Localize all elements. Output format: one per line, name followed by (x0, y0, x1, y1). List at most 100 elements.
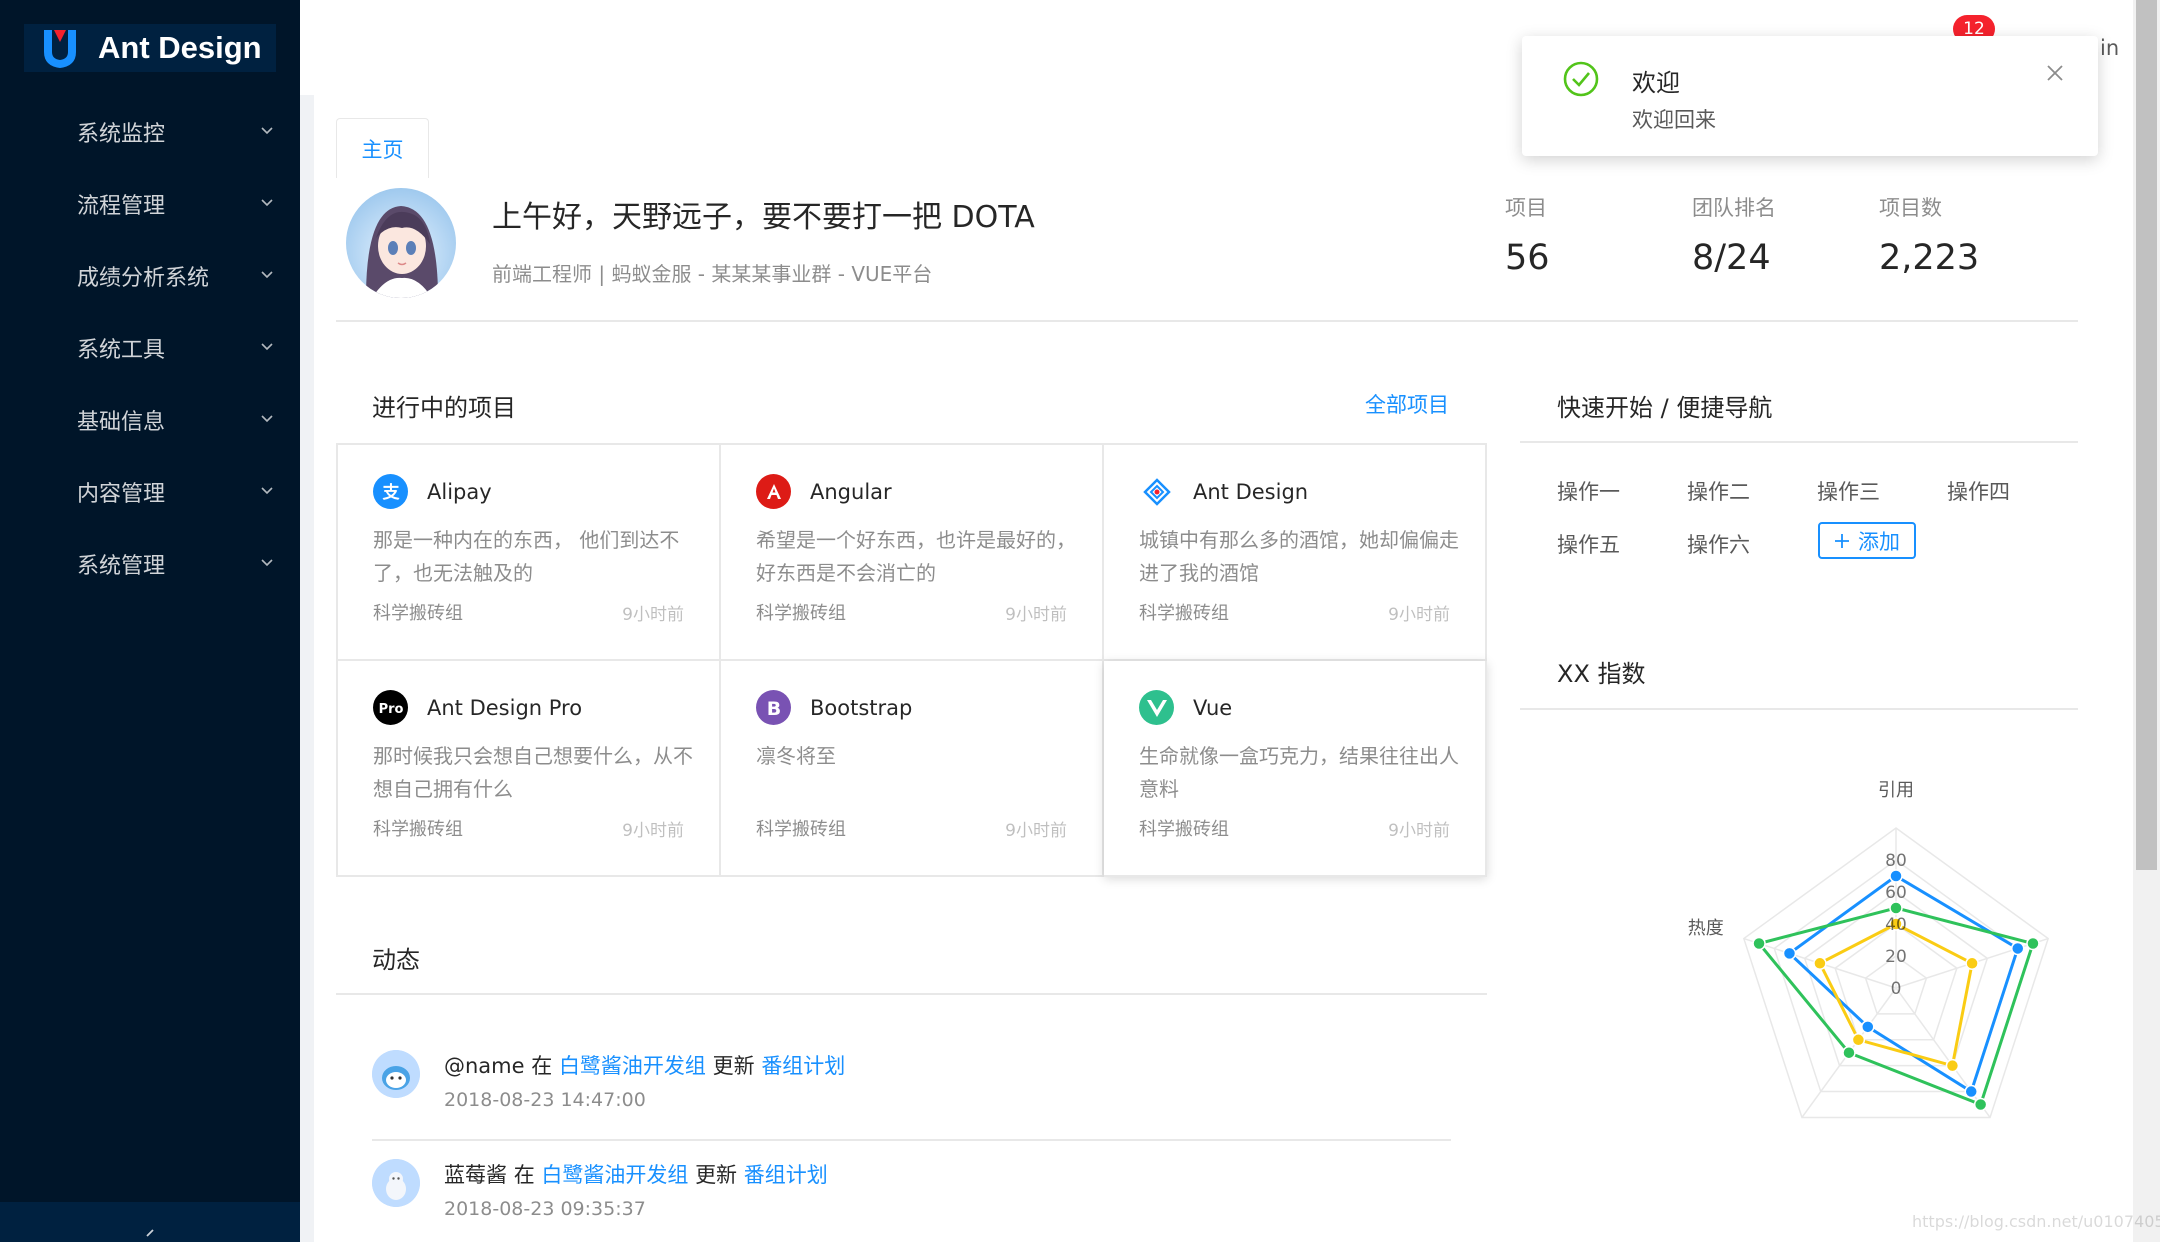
stat-team-rank: 团队排名 8/24 (1692, 192, 1776, 278)
activity-group-link[interactable]: 白鹭酱油开发组 (541, 1163, 688, 1187)
sidebar: Ant Design 系统监控 流程管理 成绩分析系统 系统工具 基础信息 内容… (0, 0, 300, 1242)
quick-nav-item[interactable]: 操作二 (1687, 476, 1750, 506)
activity-project-link[interactable]: 番组计划 (744, 1163, 828, 1187)
chevron-down-icon (261, 127, 273, 135)
activity-text: 蓝莓酱 在 白鹭酱油开发组 更新 番组计划 (444, 1159, 828, 1189)
project-time: 9小时前 (1005, 605, 1067, 625)
stat-projects: 项目 56 (1505, 192, 1550, 278)
vue-icon (1139, 690, 1174, 725)
project-group[interactable]: 科学搬砖组 (1139, 815, 1229, 841)
activity-action: 更新 (695, 1163, 738, 1187)
quick-nav-item[interactable]: 操作四 (1947, 476, 2010, 506)
activity-time: 2018-08-23 09:35:37 (444, 1198, 646, 1220)
stat-project-count: 项目数 2,223 (1879, 192, 1979, 278)
quick-nav-item[interactable]: 操作一 (1557, 476, 1620, 506)
project-description: 城镇中有那么多的酒馆，她却偏偏走进了我的酒馆 (1139, 528, 1459, 585)
svg-text:支: 支 (382, 482, 400, 503)
activity-in: 在 (531, 1054, 553, 1078)
project-card-ant-design-pro[interactable]: Pro Ant Design Pro 那时候我只会想自己想要什么，从不想自己拥有… (338, 661, 721, 877)
radar-point (2010, 941, 2025, 956)
project-card-vue[interactable]: Vue 生命就像一盒巧克力，结果往往出人意料 科学搬砖组 9小时前 (1104, 661, 1487, 877)
chevron-down-icon (261, 199, 273, 207)
sidebar-item-label: 流程管理 (77, 194, 166, 219)
project-name: Ant Design Pro (427, 696, 583, 720)
check-circle-icon (1563, 61, 1599, 97)
radar-point (1782, 946, 1797, 961)
project-group[interactable]: 科学搬砖组 (756, 815, 846, 841)
activity-user: 蓝莓酱 (444, 1163, 507, 1187)
scrollbar-thumb[interactable] (2136, 0, 2157, 870)
stat-label: 项目 (1505, 196, 1547, 220)
project-name: Bootstrap (810, 696, 913, 720)
activity-project-link[interactable]: 番组计划 (761, 1054, 845, 1078)
quick-nav-item[interactable]: 操作五 (1557, 529, 1620, 559)
sidebar-item-process[interactable]: 流程管理 (0, 168, 300, 240)
sidebar-item-label: 系统工具 (77, 338, 166, 363)
project-group[interactable]: 科学搬砖组 (373, 815, 463, 841)
tab-home[interactable]: 主页 (336, 118, 429, 178)
project-group[interactable]: 科学搬砖组 (756, 599, 846, 625)
avatar[interactable] (346, 188, 456, 298)
ant-design-icon (1139, 474, 1174, 509)
divider (336, 320, 2078, 322)
sidebar-item-content[interactable]: 内容管理 (0, 456, 300, 528)
all-projects-link[interactable]: 全部项目 (1365, 389, 1449, 419)
activity-group-link[interactable]: 白鹭酱油开发组 (559, 1054, 706, 1078)
sidebar-item-basic-info[interactable]: 基础信息 (0, 384, 300, 456)
project-time: 9小时前 (1388, 605, 1450, 625)
content-gutter (300, 95, 314, 1242)
radar-point (1842, 1045, 1856, 1060)
sidebar-item-system[interactable]: 系统管理 (0, 528, 300, 600)
divider (372, 1139, 1451, 1141)
sidebar-collapse-button[interactable] (0, 1202, 300, 1242)
project-time: 9小时前 (1388, 821, 1450, 841)
notification-title: 欢迎 (1632, 69, 1680, 97)
project-description: 凛冬将至 (756, 744, 836, 768)
sidebar-item-label: 基础信息 (77, 410, 166, 435)
activity-time: 2018-08-23 14:47:00 (444, 1089, 646, 1111)
projects-grid: 支 Alipay 那是一种内在的东西， 他们到达不了，也无法触及的 科学搬砖组 … (336, 443, 1487, 877)
bootstrap-icon: B (756, 690, 791, 725)
sidebar-item-tools[interactable]: 系统工具 (0, 312, 300, 384)
logo[interactable]: Ant Design (24, 24, 276, 72)
add-button-label: 添加 (1858, 529, 1900, 554)
activity-avatar[interactable] (372, 1050, 420, 1098)
project-group[interactable]: 科学搬砖组 (373, 599, 463, 625)
project-card-bootstrap[interactable]: B Bootstrap 凛冬将至 科学搬砖组 9小时前 (721, 661, 1104, 877)
plus-icon (1835, 533, 1849, 548)
project-group[interactable]: 科学搬砖组 (1139, 599, 1229, 625)
project-card-ant-design[interactable]: Ant Design 城镇中有那么多的酒馆，她却偏偏走进了我的酒馆 科学搬砖组 … (1104, 445, 1487, 661)
radar-series-line (1787, 874, 2020, 1094)
divider (1520, 441, 2078, 443)
sidebar-item-label: 系统监控 (77, 122, 166, 147)
quick-nav-title: 快速开始 / 便捷导航 (1557, 394, 1773, 422)
radar-point (2026, 936, 2040, 951)
activity-text: @name 在 白鹭酱油开发组 更新 番组计划 (444, 1050, 845, 1080)
project-name: Ant Design (1193, 480, 1309, 504)
close-icon[interactable] (2046, 64, 2064, 82)
sidebar-item-label: 内容管理 (77, 482, 166, 507)
quick-nav-item[interactable]: 操作三 (1817, 476, 1880, 506)
activity-avatar[interactable] (372, 1159, 420, 1207)
chevron-down-icon (261, 415, 273, 423)
project-time: 9小时前 (622, 821, 684, 841)
stat-value: 56 (1505, 238, 1550, 278)
page-scrollbar[interactable] (2133, 0, 2160, 1242)
welcome-notification: 欢迎 欢迎回来 (1522, 36, 2098, 156)
radar-tick-label: 40 (1885, 915, 1907, 935)
radar-card-title: XX 指数 (1557, 660, 1646, 688)
project-description: 那时候我只会想自己想要什么，从不想自己拥有什么 (373, 744, 693, 801)
quick-nav-item[interactable]: 操作六 (1687, 529, 1750, 559)
sidebar-item-monitor[interactable]: 系统监控 (0, 96, 300, 168)
project-card-angular[interactable]: Angular 希望是一个好东西，也许是最好的，好东西是不会消亡的 科学搬砖组 … (721, 445, 1104, 661)
add-quick-nav-button[interactable]: 添加 (1818, 522, 1916, 559)
avatar-image (346, 188, 456, 298)
project-description: 生命就像一盒巧克力，结果往往出人意料 (1139, 744, 1459, 801)
sidebar-item-label: 系统管理 (77, 554, 166, 579)
radar-tick-label: 0 (1891, 979, 1902, 999)
user-menu[interactable]: in (2100, 36, 2119, 60)
divider (336, 993, 1487, 995)
project-name: Angular (810, 480, 892, 504)
sidebar-item-grades[interactable]: 成绩分析系统 (0, 240, 300, 312)
project-card-alipay[interactable]: 支 Alipay 那是一种内在的东西， 他们到达不了，也无法触及的 科学搬砖组 … (338, 445, 721, 661)
